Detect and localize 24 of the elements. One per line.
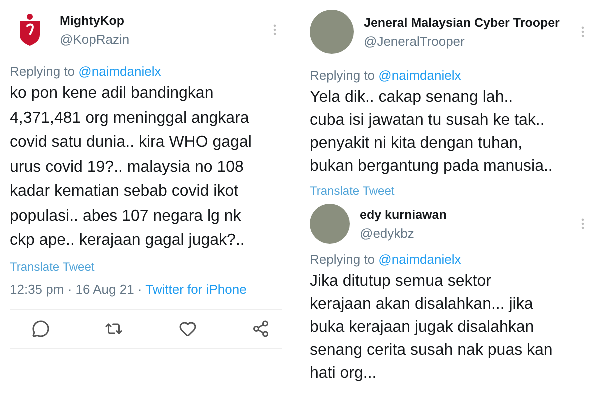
mention-link[interactable]: @naimdanielx [378, 68, 462, 83]
avatar-photo-placeholder[interactable] [310, 204, 350, 244]
mention-link[interactable]: @naimdanielx [78, 64, 162, 79]
tweet-text: Yela dik.. cakap senang lah.. cuba isi jawatan tu susah ke tak.. penyakit ni kita dengan tuhan, bukan bergantung pada manusia.. [310, 88, 554, 177]
tweet-meta-text: 12:35 pm · 16 Aug 21 · Twitter for iPhone [10, 282, 248, 296]
display-name: edy kurniawan [360, 208, 448, 222]
display-name: MightyKop [60, 14, 126, 28]
replying-to-text: Replying to @naimdanielx [10, 64, 162, 79]
replying-to-text: Replying to @naimdanielx [310, 68, 462, 83]
like-icon[interactable] [178, 320, 197, 338]
avatar-photo-placeholder[interactable] [310, 10, 354, 54]
translate-link[interactable]: Translate Tweet [10, 260, 282, 274]
tweet-text: Jika ditutup semua sektor kerajaan akan disalahkan... jika buka kerajaan jugak disalahkan senang cerita susah nak puas kan hati org... [310, 272, 554, 384]
tweet-text: ko pon kene adil bandingkan 4,371,481 org meninggal angkara covid satu dunia.. kira WHO gagal urus covid 19?.. malaysia no 108 kadar kematian sebab covid ikot populasi.. abes 107 negara lg nk ckp ape.. kerajaan gagal jugak?.. [10, 84, 253, 251]
source-link[interactable]: Twitter for iPhone [146, 282, 247, 296]
user-handle: @edykbz [360, 226, 416, 240]
reply-icon[interactable] [32, 320, 50, 338]
user-handle: @JeneralTrooper [364, 34, 466, 48]
user-handle: @KopRazin [60, 32, 131, 46]
mention-link[interactable]: @naimdanielx [378, 252, 462, 267]
share-icon[interactable] [252, 320, 270, 338]
replying-to-text: Replying to @naimdanielx [310, 252, 462, 267]
translate-link[interactable]: Translate Tweet [310, 184, 590, 198]
display-name: Jeneral Malaysian Cyber Trooper [364, 16, 561, 30]
